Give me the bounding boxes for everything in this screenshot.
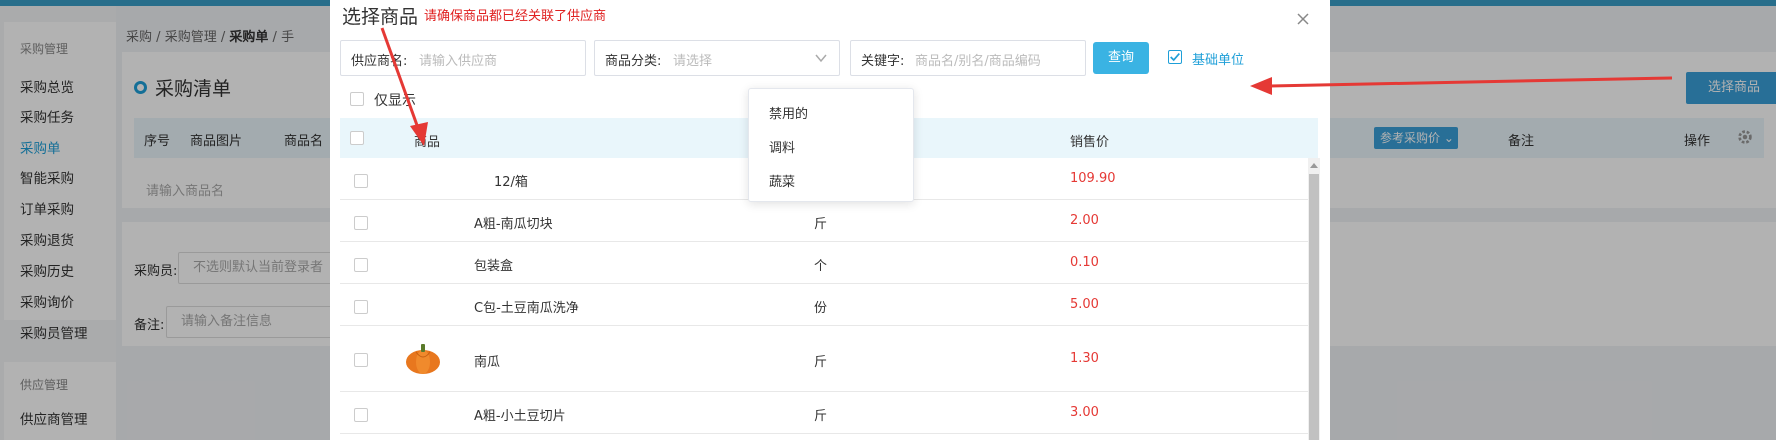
table-scrollbar[interactable] xyxy=(1308,158,1320,440)
category-label: 商品分类: xyxy=(605,54,662,69)
supplier-label: 供应商名: xyxy=(351,54,408,69)
row-checkbox[interactable] xyxy=(354,300,368,314)
only-show-label: 仅显示 xyxy=(374,93,416,109)
row-unit: 斤 xyxy=(814,409,828,424)
col-goods: 商品 xyxy=(414,135,441,150)
table-row[interactable]: C包-土豆南瓜洗净 份 5.00 xyxy=(340,284,1308,326)
col-price: 销售价 xyxy=(1070,135,1110,150)
only-show-checkbox[interactable] xyxy=(350,92,364,106)
row-price: 1.30 xyxy=(1070,351,1099,366)
row-name: A粗-小土豆切片 xyxy=(474,409,566,424)
table-row[interactable]: 南瓜 斤 1.30 xyxy=(340,326,1308,392)
row-checkbox[interactable] xyxy=(354,258,368,272)
dropdown-item[interactable]: 调料 xyxy=(769,137,795,156)
row-unit: 斤 xyxy=(814,217,828,232)
category-select[interactable]: 请选择 xyxy=(673,50,712,69)
supplier-filter: 供应商名: 请输入供应商 xyxy=(340,40,586,76)
keyword-input[interactable]: 商品名/别名/商品编码 xyxy=(915,50,1041,69)
table-row[interactable]: A粗-南瓜切块 斤 2.00 xyxy=(340,200,1308,242)
dropdown-item[interactable]: 蔬菜 xyxy=(769,171,795,190)
close-icon[interactable] xyxy=(1294,10,1312,28)
check-icon xyxy=(1170,53,1180,62)
table-row[interactable]: 包装盒 个 0.10 xyxy=(340,242,1308,284)
table-row[interactable]: A粗-小土豆切片 斤 3.00 xyxy=(340,392,1308,434)
row-checkbox[interactable] xyxy=(354,216,368,230)
row-price: 3.00 xyxy=(1070,405,1099,420)
dropdown-item[interactable]: 禁用的 xyxy=(769,103,808,122)
row-price: 2.00 xyxy=(1070,213,1099,228)
row-unit: 个 xyxy=(814,259,828,274)
row-name: 12/箱 xyxy=(494,175,528,190)
supplier-input[interactable]: 请输入供应商 xyxy=(419,50,497,69)
row-name: 包装盒 xyxy=(474,259,514,274)
row-name: C包-土豆南瓜洗净 xyxy=(474,301,579,316)
row-unit: 斤 xyxy=(814,355,828,370)
scroll-up-icon[interactable] xyxy=(1310,162,1318,168)
query-button[interactable]: 查询 xyxy=(1093,42,1149,74)
chevron-down-icon xyxy=(815,54,827,63)
basic-unit-checkbox[interactable] xyxy=(1168,50,1182,64)
row-price: 109.90 xyxy=(1070,171,1116,186)
category-filter[interactable]: 商品分类: 请选择 xyxy=(594,40,840,76)
row-checkbox[interactable] xyxy=(354,174,368,188)
row-name: 南瓜 xyxy=(474,355,501,370)
basic-unit-label: 基础单位 xyxy=(1192,53,1245,68)
row-name: A粗-南瓜切块 xyxy=(474,217,553,232)
supplier-dropdown: 禁用的 调料 蔬菜 xyxy=(748,88,914,202)
select-goods-modal: 选择商品 请确保商品都已经关联了供应商 供应商名: 请输入供应商 商品分类: 请… xyxy=(330,0,1330,440)
scrollbar-thumb[interactable] xyxy=(1309,174,1319,440)
row-unit: 份 xyxy=(814,301,828,316)
row-checkbox[interactable] xyxy=(354,353,368,367)
row-checkbox[interactable] xyxy=(354,408,368,422)
modal-warning: 请确保商品都已经关联了供应商 xyxy=(424,9,607,24)
row-price: 5.00 xyxy=(1070,297,1099,312)
keyword-label: 关键字: xyxy=(861,54,905,69)
pumpkin-icon xyxy=(406,344,440,374)
select-all-checkbox[interactable] xyxy=(350,131,364,145)
modal-title: 选择商品 xyxy=(342,6,419,28)
keyword-filter: 关键字: 商品名/别名/商品编码 xyxy=(850,40,1086,76)
row-price: 0.10 xyxy=(1070,255,1099,270)
